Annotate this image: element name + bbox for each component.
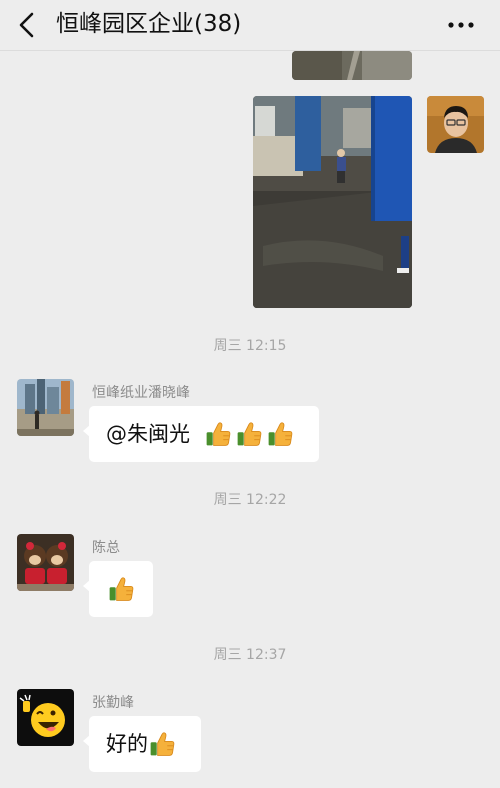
image-message-partial[interactable]: [292, 51, 412, 80]
message-text: 好的: [106, 732, 148, 756]
chat-header: 恒峰园区企业(38): [0, 0, 500, 51]
own-avatar[interactable]: [427, 96, 484, 153]
message-bubble[interactable]: 好的: [83, 716, 201, 772]
thumbs-up-icon: [107, 575, 135, 603]
thumbs-up-icon: [235, 420, 263, 448]
sender-avatar[interactable]: [17, 689, 74, 746]
timestamp: 周三 12:15: [213, 338, 287, 354]
sender-name: 张勤峰: [92, 695, 134, 711]
more-dots-icon[interactable]: [446, 14, 476, 36]
message-bubble[interactable]: [83, 561, 153, 617]
message-text: @朱闽光: [106, 422, 190, 446]
factory-photo-message[interactable]: [253, 96, 412, 308]
sender-avatar[interactable]: [17, 379, 74, 436]
message-bubble[interactable]: @朱闽光: [83, 406, 319, 462]
timestamp: 周三 12:37: [213, 647, 287, 663]
sender-name: 恒峰纸业潘晓峰: [92, 385, 190, 401]
chevron-left-icon[interactable]: [12, 9, 44, 41]
chat-title: 恒峰园区企业(38): [56, 11, 242, 37]
thumbs-up-icon: [266, 420, 294, 448]
timestamp: 周三 12:22: [213, 492, 287, 508]
thumbs-up-icon: [148, 730, 176, 758]
thumbs-up-icon: [204, 420, 232, 448]
sender-name: 陈总: [92, 540, 120, 556]
sender-avatar[interactable]: [17, 534, 74, 591]
